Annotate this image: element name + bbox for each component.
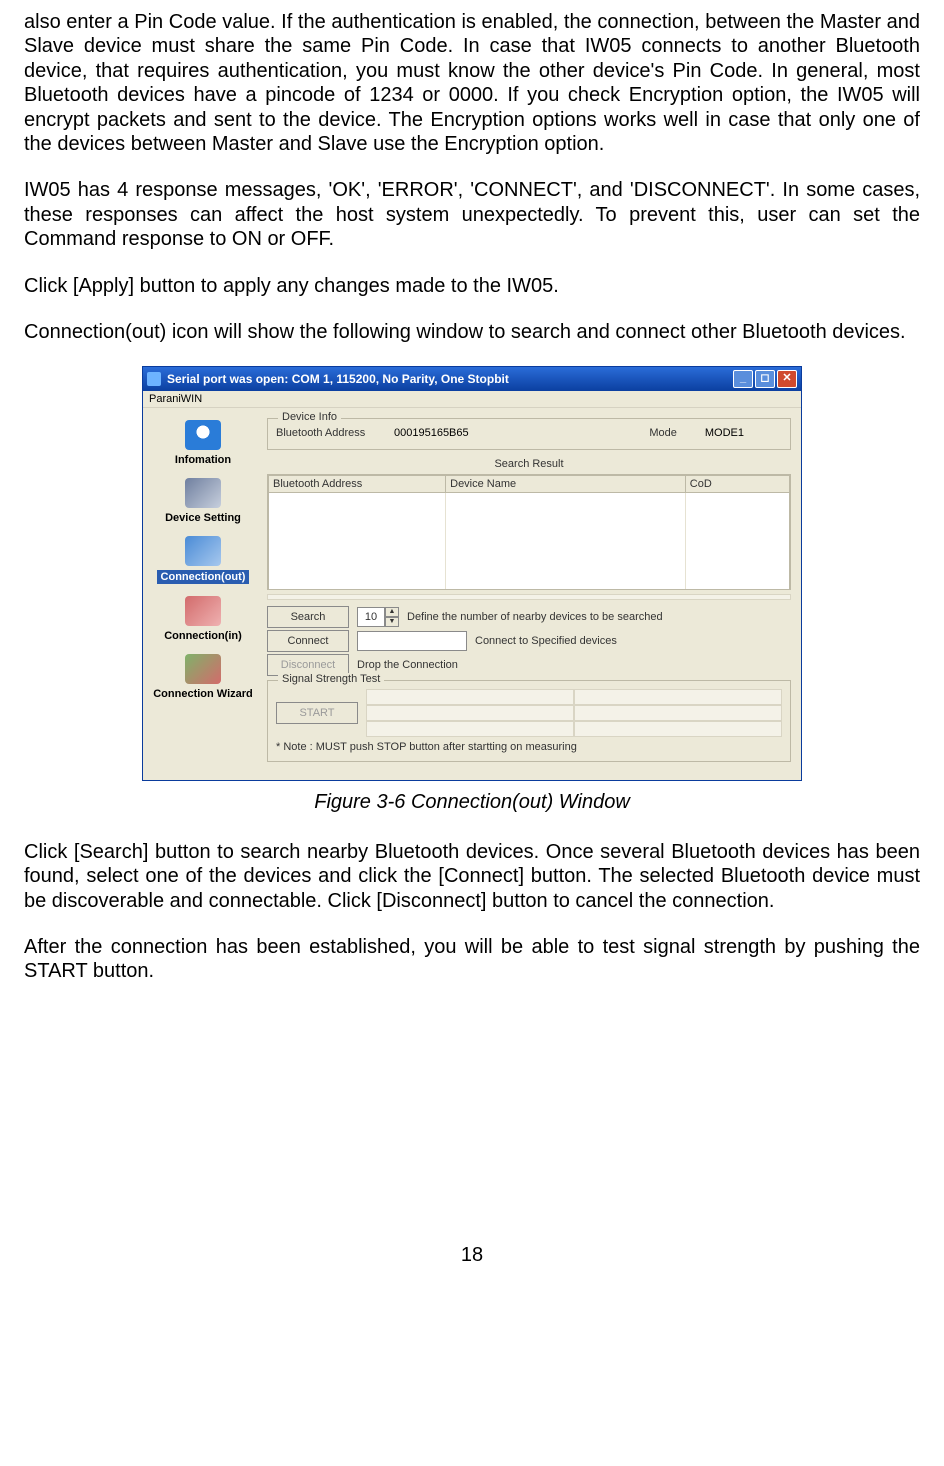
- mode-value: MODE1: [705, 427, 744, 439]
- titlebar[interactable]: Serial port was open: COM 1, 115200, No …: [143, 367, 801, 391]
- search-hint: Define the number of nearby devices to b…: [407, 611, 663, 623]
- sidebar-item-connection-in[interactable]: Connection(in): [147, 596, 259, 642]
- signal-strength-group: Signal Strength Test START * Note : MUST…: [267, 680, 791, 762]
- app-window: Serial port was open: COM 1, 115200, No …: [142, 366, 802, 781]
- progress-bar: [267, 594, 791, 600]
- sidebar-label-connection-out: Connection(out): [157, 570, 250, 584]
- table-row[interactable]: [269, 541, 790, 557]
- info-icon: [185, 420, 221, 450]
- para-6: After the connection has been establishe…: [24, 935, 920, 984]
- col-device-name[interactable]: Device Name: [446, 476, 686, 493]
- sidebar-label-information: Infomation: [175, 454, 231, 466]
- sidebar-label-connection-wizard: Connection Wizard: [153, 688, 253, 700]
- app-icon: [147, 372, 161, 386]
- sidebar-item-connection-wizard[interactable]: Connection Wizard: [147, 654, 259, 700]
- para-4: Connection(out) icon will show the follo…: [24, 320, 920, 344]
- para-3: Click [Apply] button to apply any change…: [24, 274, 920, 298]
- signal-strength-legend: Signal Strength Test: [278, 673, 384, 685]
- window-title: Serial port was open: COM 1, 115200, No …: [167, 372, 509, 386]
- close-button[interactable]: ✕: [777, 370, 797, 388]
- search-count-stepper[interactable]: 10 ▲ ▼: [357, 607, 399, 627]
- table-row[interactable]: [269, 509, 790, 525]
- sidebar-label-device-setting: Device Setting: [165, 512, 241, 524]
- page-number: 18: [24, 1244, 920, 1267]
- mode-label: Mode: [649, 427, 677, 439]
- para-1: also enter a Pin Code value. If the auth…: [24, 10, 920, 156]
- search-count-value[interactable]: 10: [357, 607, 385, 627]
- signal-note: * Note : MUST push STOP button after sta…: [276, 741, 782, 753]
- sidebar: Infomation Device Setting Connection(out…: [143, 408, 263, 780]
- bt-address-value: 000195165B65: [394, 427, 469, 439]
- sidebar-item-information[interactable]: Infomation: [147, 420, 259, 466]
- menu-bar[interactable]: ParaniWIN: [143, 391, 801, 408]
- figure-caption: Figure 3-6 Connection(out) Window: [24, 791, 920, 814]
- bt-address-label: Bluetooth Address: [276, 427, 386, 439]
- connection-wizard-icon: [185, 654, 221, 684]
- table-row[interactable]: [269, 525, 790, 541]
- para-2: IW05 has 4 response messages, 'OK', 'ERR…: [24, 178, 920, 251]
- device-setting-icon: [185, 478, 221, 508]
- sidebar-item-device-setting[interactable]: Device Setting: [147, 478, 259, 524]
- para-5: Click [Search] button to search nearby B…: [24, 840, 920, 913]
- connect-address-input[interactable]: [357, 631, 467, 651]
- main-panel: Device Info Bluetooth Address 000195165B…: [263, 408, 801, 780]
- sidebar-item-connection-out[interactable]: Connection(out): [147, 536, 259, 584]
- maximize-button[interactable]: ◻: [755, 370, 775, 388]
- stepper-up-icon[interactable]: ▲: [385, 607, 399, 617]
- connection-out-icon: [185, 536, 221, 566]
- connect-button[interactable]: Connect: [267, 630, 349, 652]
- table-row[interactable]: [269, 493, 790, 509]
- connection-in-icon: [185, 596, 221, 626]
- search-result-table[interactable]: Bluetooth Address Device Name CoD: [267, 474, 791, 590]
- table-row[interactable]: [269, 557, 790, 573]
- stepper-down-icon[interactable]: ▼: [385, 617, 399, 627]
- device-info-group: Device Info Bluetooth Address 000195165B…: [267, 418, 791, 450]
- table-row[interactable]: [269, 573, 790, 589]
- table-header-row: Bluetooth Address Device Name CoD: [269, 476, 790, 493]
- start-button[interactable]: START: [276, 702, 358, 724]
- minimize-button[interactable]: _: [733, 370, 753, 388]
- disconnect-hint: Drop the Connection: [357, 659, 458, 671]
- search-result-title: Search Result: [267, 458, 791, 470]
- device-info-legend: Device Info: [278, 411, 341, 423]
- connect-hint: Connect to Specified devices: [475, 635, 617, 647]
- signal-grid: [366, 689, 782, 737]
- sidebar-label-connection-in: Connection(in): [164, 630, 242, 642]
- col-bt-address[interactable]: Bluetooth Address: [269, 476, 446, 493]
- col-cod[interactable]: CoD: [685, 476, 789, 493]
- search-button[interactable]: Search: [267, 606, 349, 628]
